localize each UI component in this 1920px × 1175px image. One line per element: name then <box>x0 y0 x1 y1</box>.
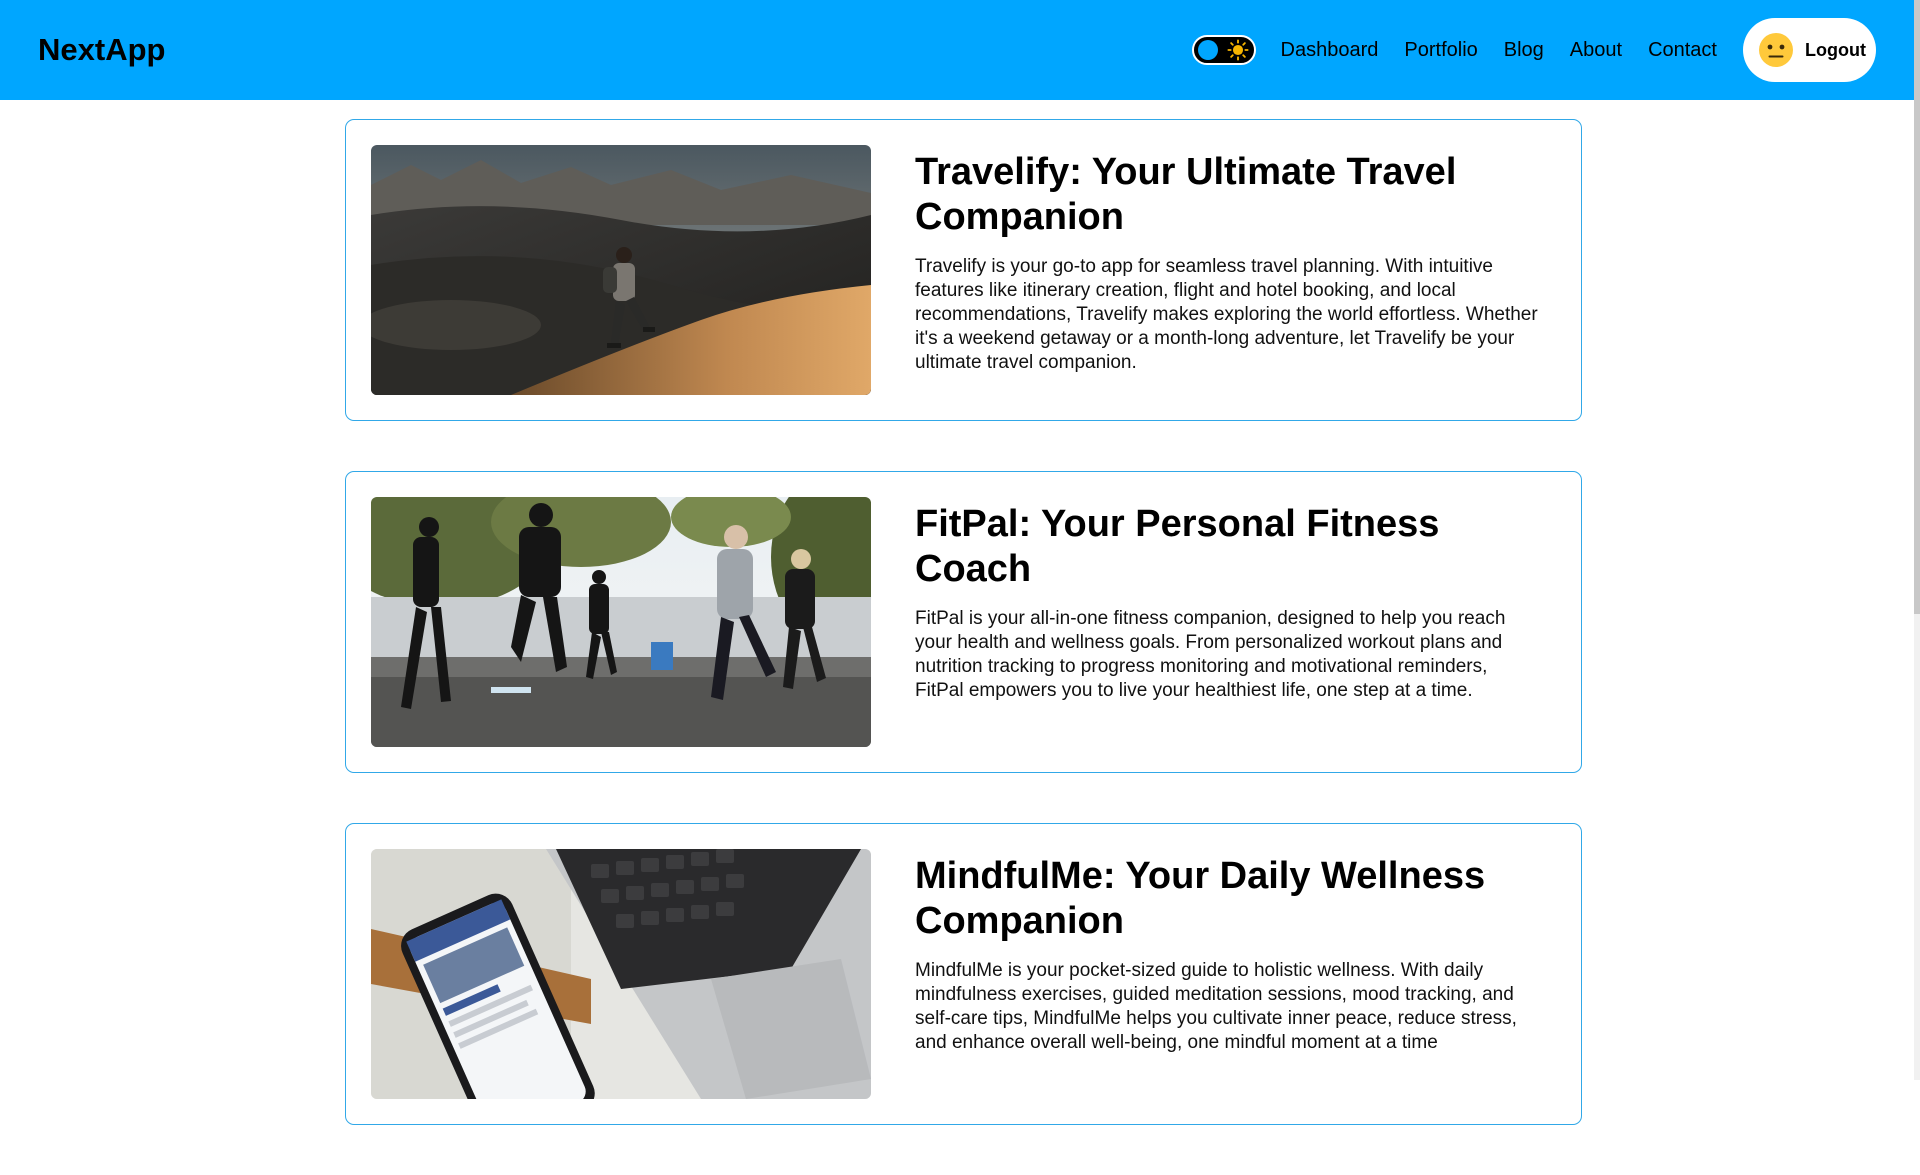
project-description: Travelify is your go-to app for seamless… <box>915 256 1538 373</box>
phone-on-laptop-photo <box>371 849 871 1099</box>
project-list: Travelify: Your Ultimate Travel Companio… <box>345 119 1582 1175</box>
nav-right: Dashboard Portfolio Blog About Contact L… <box>1191 18 1876 82</box>
nav-link-about[interactable]: About <box>1570 39 1622 62</box>
project-description: FitPal is your all-in-one fitness compan… <box>915 608 1506 701</box>
neutral-face-emoji-icon <box>1759 33 1793 67</box>
logout-button[interactable]: Logout <box>1743 18 1876 82</box>
project-description: MindfulMe is your pocket-sized guide to … <box>915 960 1517 1053</box>
page-scrollbar[interactable] <box>1914 0 1920 1080</box>
logout-label: Logout <box>1805 39 1866 60</box>
project-title[interactable]: MindfulMe: Your Daily Wellness Companion <box>915 854 1540 944</box>
group-outdoor-workout-photo <box>371 497 871 747</box>
project-content: Travelify: Your Ultimate Travel Companio… <box>915 150 1540 375</box>
theme-toggle[interactable] <box>1191 35 1256 65</box>
project-title[interactable]: FitPal: Your Personal Fitness Coach <box>915 502 1540 592</box>
project-card-travelify[interactable]: Travelify: Your Ultimate Travel Companio… <box>345 119 1582 421</box>
toggle-knob <box>1197 40 1218 60</box>
project-card-fitpal[interactable]: FitPal: Your Personal Fitness Coach FitP… <box>345 471 1582 773</box>
sun-icon <box>1227 39 1249 61</box>
nav-link-blog[interactable]: Blog <box>1504 39 1544 62</box>
nav-link-contact[interactable]: Contact <box>1648 39 1717 62</box>
project-title[interactable]: Travelify: Your Ultimate Travel Companio… <box>915 150 1540 240</box>
nav-link-portfolio[interactable]: Portfolio <box>1404 39 1477 62</box>
navbar: NextApp Dashboard Portfolio Blog About C… <box>0 0 1914 100</box>
brand-logo[interactable]: NextApp <box>38 32 165 68</box>
project-content: FitPal: Your Personal Fitness Coach FitP… <box>915 502 1540 703</box>
hiker-on-desert-dunes-photo <box>371 145 871 395</box>
nav-link-dashboard[interactable]: Dashboard <box>1281 39 1379 62</box>
scrollbar-thumb[interactable] <box>1914 0 1920 614</box>
project-content: MindfulMe: Your Daily Wellness Companion… <box>915 854 1540 1055</box>
